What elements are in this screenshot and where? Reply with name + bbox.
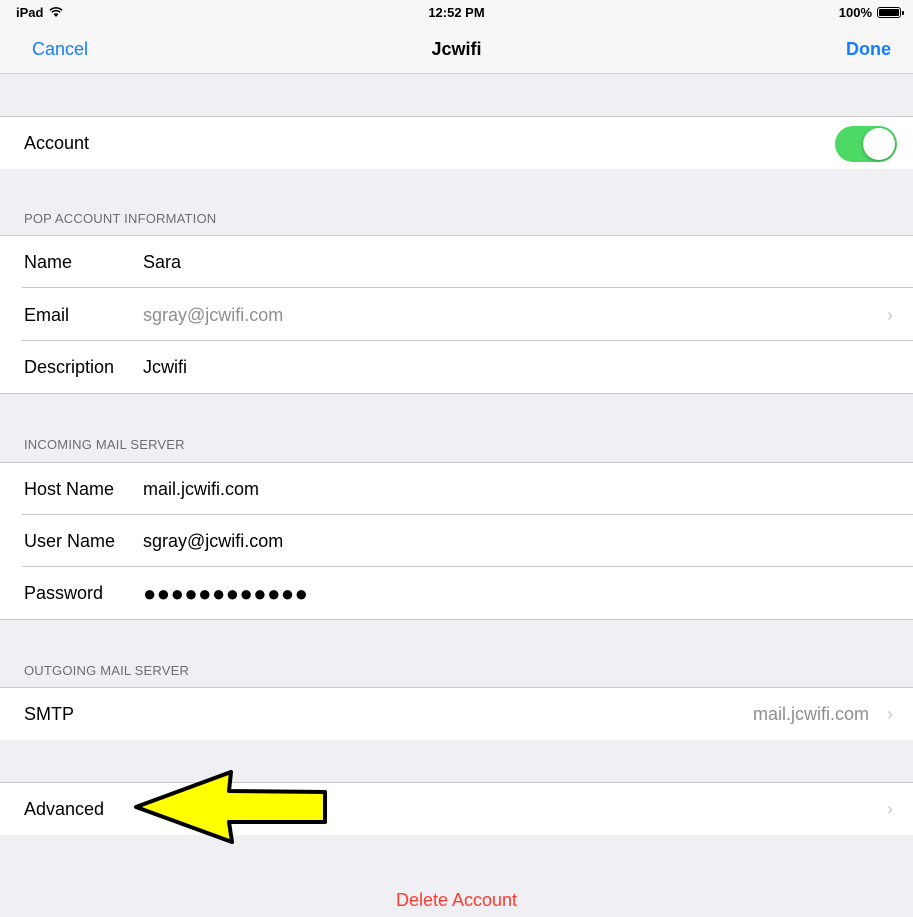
toggle-knob: [863, 128, 895, 160]
description-row[interactable]: Description Jcwifi: [0, 341, 913, 393]
outgoing-section-header: OUTGOING MAIL SERVER: [24, 663, 190, 678]
user-name-row[interactable]: User Name sgray@jcwifi.com: [0, 515, 913, 567]
account-group: Account: [0, 116, 913, 169]
password-field[interactable]: ●●●●●●●●●●●●: [143, 581, 308, 607]
outgoing-server-group: SMTP mail.jcwifi.com ›: [0, 687, 913, 740]
smtp-value: mail.jcwifi.com: [752, 704, 869, 724]
email-label: Email: [24, 305, 70, 325]
chevron-right-icon: ›: [887, 305, 893, 325]
email-value: sgray@jcwifi.com: [143, 305, 284, 325]
smtp-label: SMTP: [24, 704, 75, 724]
status-right: 100%: [838, 5, 904, 20]
row-divider: [22, 287, 913, 288]
left-arrow-icon: [134, 770, 327, 844]
battery-percent: 100%: [838, 5, 872, 20]
description-label: Description: [24, 357, 115, 377]
smtp-row[interactable]: SMTP mail.jcwifi.com ›: [0, 688, 913, 740]
name-field[interactable]: Sara: [143, 252, 181, 273]
delete-account-button[interactable]: Delete Account: [0, 890, 913, 911]
password-label: Password: [24, 583, 104, 603]
navigation-bar: Cancel Jcwifi Done: [0, 24, 913, 74]
host-name-row[interactable]: Host Name mail.jcwifi.com: [0, 463, 913, 515]
name-row[interactable]: Name Sara: [0, 236, 913, 288]
user-name-field[interactable]: sgray@jcwifi.com: [143, 531, 283, 552]
password-row[interactable]: Password ●●●●●●●●●●●●: [0, 567, 913, 619]
user-name-label: User Name: [24, 531, 116, 551]
host-name-label: Host Name: [24, 479, 115, 499]
email-row[interactable]: Email sgray@jcwifi.com ›: [0, 289, 913, 341]
pop-account-group: Name Sara Email sgray@jcwifi.com › Descr…: [0, 235, 913, 394]
pop-section-header: POP ACCOUNT INFORMATION: [24, 211, 217, 226]
page-title: Jcwifi: [431, 39, 482, 59]
battery-icon: [877, 7, 904, 18]
incoming-server-group: Host Name mail.jcwifi.com User Name sgra…: [0, 462, 913, 620]
description-field[interactable]: Jcwifi: [143, 357, 187, 378]
name-label: Name: [24, 252, 73, 272]
incoming-section-header: INCOMING MAIL SERVER: [24, 437, 185, 452]
done-button[interactable]: Done: [846, 39, 891, 60]
account-row: Account: [0, 117, 913, 169]
status-bar: iPad 12:52 PM 100%: [0, 0, 913, 24]
status-time: 12:52 PM: [428, 5, 485, 20]
advanced-label: Advanced: [24, 799, 105, 819]
chevron-right-icon: ›: [887, 799, 893, 819]
chevron-right-icon: ›: [887, 704, 893, 724]
account-label: Account: [24, 133, 90, 153]
account-toggle[interactable]: [835, 126, 897, 162]
host-name-field[interactable]: mail.jcwifi.com: [143, 479, 259, 500]
